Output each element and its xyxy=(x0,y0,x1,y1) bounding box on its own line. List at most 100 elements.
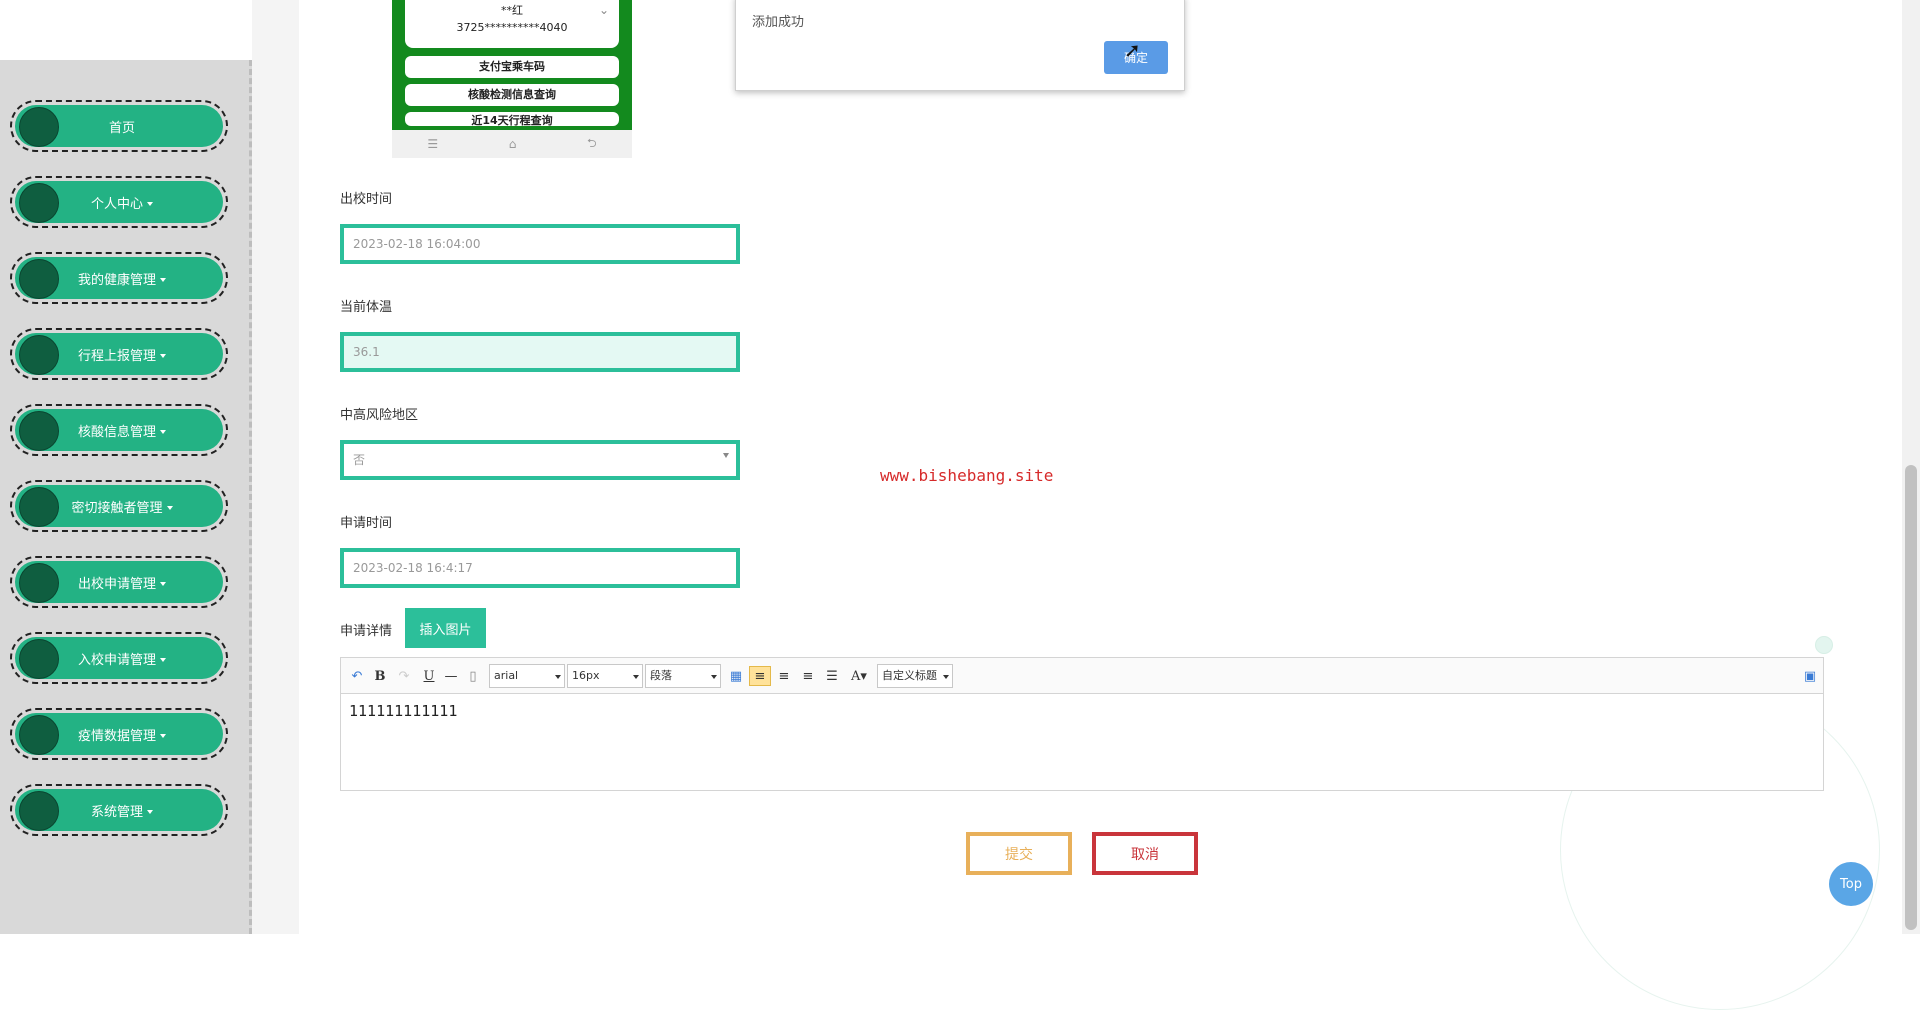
sidebar-item-label: 入校申请管理 xyxy=(72,649,166,668)
sidebar-item-label: 出校申请管理 xyxy=(72,573,166,592)
caret-down-icon xyxy=(160,658,166,662)
watermark-text: www.bishebang.site xyxy=(880,466,1054,485)
editor-content-area[interactable]: 111111111111 xyxy=(340,693,1824,791)
leave-time-input[interactable] xyxy=(340,224,740,264)
sidebar-item-personal-center[interactable]: 个人中心 xyxy=(10,176,228,228)
home-icon: ⌂ xyxy=(508,137,517,151)
sidebar-item-label: 首页 xyxy=(108,120,135,136)
sidebar-item-system[interactable]: 系统管理 xyxy=(10,784,228,836)
sidebar-item-entry-application[interactable]: 入校申请管理 xyxy=(10,632,228,684)
undo-icon[interactable]: ↶ xyxy=(347,666,367,686)
submit-button[interactable]: 提交 xyxy=(966,832,1072,875)
sidebar-item-close-contacts[interactable]: 密切接触者管理 xyxy=(10,480,228,532)
font-family-value: arial xyxy=(494,669,519,682)
align-left-icon[interactable]: ≡ xyxy=(749,666,771,686)
menu-icon: ☰ xyxy=(427,137,439,151)
align-center-icon[interactable]: ≡ xyxy=(799,666,817,686)
sidebar-item-close-contacts-button[interactable]: 密切接触者管理 xyxy=(15,485,223,527)
sidebar-item-trip-report-button[interactable]: 行程上报管理 xyxy=(15,333,223,375)
details-label: 申请详情 xyxy=(340,624,393,639)
font-size-select[interactable]: 16px xyxy=(567,664,643,688)
back-to-top-button[interactable]: Top xyxy=(1829,862,1873,906)
sidebar-item-text: 核酸信息管理 xyxy=(77,424,156,440)
sidebar-item-label: 系统管理 xyxy=(85,801,153,820)
sidebar-item-entry-application-button[interactable]: 入校申请管理 xyxy=(15,637,223,679)
cancel-button[interactable]: 取消 xyxy=(1092,832,1198,875)
nav-bullet-icon xyxy=(19,487,59,527)
custom-title-value: 自定义标题 xyxy=(882,669,937,682)
sidebar-item-label: 个人中心 xyxy=(85,193,153,212)
leave-time-label: 出校时间 xyxy=(340,192,393,207)
align-right-icon[interactable]: ≡ xyxy=(775,666,793,686)
editor-toolbar: ↶ B ↷ U — ▯ arial 16px 段落 ▦ ≡ ≡ ≡ ☰ A▾ 自… xyxy=(340,657,1824,693)
nav-bullet-icon xyxy=(19,563,59,603)
font-size-value: 16px xyxy=(572,669,600,682)
apply-time-label: 申请时间 xyxy=(340,516,393,531)
trip-query-button: 近14天行程查询 xyxy=(405,112,619,126)
caret-down-icon xyxy=(160,430,166,434)
caret-down-icon xyxy=(147,810,153,814)
paragraph-select[interactable]: 段落 xyxy=(645,664,721,688)
phone-nav-bar: ☰ ⌂ ⮌ xyxy=(392,130,632,158)
nav-bullet-icon xyxy=(19,107,59,147)
horizontal-rule-icon[interactable]: — xyxy=(443,666,459,686)
sidebar-item-text: 系统管理 xyxy=(90,804,143,820)
insert-image-button[interactable]: 插入图片 xyxy=(405,608,486,648)
risk-area-select[interactable]: 否 xyxy=(340,440,740,480)
content-gutter xyxy=(252,0,299,934)
sidebar-item-health[interactable]: 我的健康管理 xyxy=(10,252,228,304)
fullscreen-icon[interactable]: ▣ xyxy=(1801,666,1819,686)
sidebar-item-home[interactable]: 首页 xyxy=(10,100,228,152)
sidebar-item-personal-center-button[interactable]: 个人中心 xyxy=(15,181,223,223)
uploaded-image-preview: **红 3725**********4040 ⌄ 支付宝乘车码 核酸检测信息查询… xyxy=(392,0,632,158)
sidebar-item-home-button[interactable]: 首页 xyxy=(15,105,223,147)
redo-icon[interactable]: ↷ xyxy=(395,666,413,686)
sidebar-item-label: 核酸信息管理 xyxy=(72,421,166,440)
font-family-select[interactable]: arial xyxy=(489,664,565,688)
sidebar-item-leave-application-button[interactable]: 出校申请管理 xyxy=(15,561,223,603)
caret-down-icon xyxy=(160,278,166,282)
dropdown-icon xyxy=(555,675,561,679)
sidebar-item-epidemic-data[interactable]: 疫情数据管理 xyxy=(10,708,228,760)
nav-bullet-icon xyxy=(19,639,59,679)
sidebar-item-trip-report[interactable]: 行程上报管理 xyxy=(10,328,228,380)
sidebar-item-nucleic-acid-button[interactable]: 核酸信息管理 xyxy=(15,409,223,451)
nav-bullet-icon xyxy=(19,259,59,299)
caret-down-icon xyxy=(166,506,173,510)
nav-bullet-icon xyxy=(19,791,59,831)
sidebar-item-epidemic-data-button[interactable]: 疫情数据管理 xyxy=(15,713,223,755)
scrollbar-thumb[interactable] xyxy=(1905,465,1917,930)
sidebar-item-text: 个人中心 xyxy=(90,196,143,212)
sidebar-item-system-button[interactable]: 系统管理 xyxy=(15,789,223,831)
apply-time-input[interactable] xyxy=(340,548,740,588)
bold-icon[interactable]: B xyxy=(371,666,389,686)
sidebar: 首页 个人中心 我的健康管理 行程上报管理 核酸信息管理 密切接触者管理 出校申… xyxy=(0,60,252,934)
sidebar-item-health-button[interactable]: 我的健康管理 xyxy=(15,257,223,299)
temperature-input[interactable] xyxy=(340,332,740,372)
custom-title-select[interactable]: 自定义标题 xyxy=(877,664,953,688)
font-color-icon[interactable]: A▾ xyxy=(847,666,871,686)
caret-down-icon xyxy=(160,734,166,738)
sidebar-item-nucleic-acid[interactable]: 核酸信息管理 xyxy=(10,404,228,456)
dropdown-icon xyxy=(633,675,639,679)
health-code-card: **红 3725**********4040 ⌄ xyxy=(405,0,619,48)
sidebar-item-text: 入校申请管理 xyxy=(77,652,156,668)
sidebar-item-text: 行程上报管理 xyxy=(77,348,156,364)
sidebar-item-label: 密切接触者管理 xyxy=(65,497,173,516)
underline-icon[interactable]: U xyxy=(421,666,437,686)
alipay-bus-code-button: 支付宝乘车码 xyxy=(405,56,619,78)
sidebar-item-label: 我的健康管理 xyxy=(72,269,166,288)
nav-bullet-icon xyxy=(19,183,59,223)
decorative-dot xyxy=(1815,636,1833,654)
paragraph-value: 段落 xyxy=(650,669,672,682)
nav-bullet-icon xyxy=(19,335,59,375)
page-scrollbar[interactable] xyxy=(1902,0,1920,934)
sidebar-item-text: 出校申请管理 xyxy=(77,576,156,592)
sidebar-item-leave-application[interactable]: 出校申请管理 xyxy=(10,556,228,608)
align-justify-icon[interactable]: ☰ xyxy=(823,666,841,686)
risk-area-label: 中高风险地区 xyxy=(340,408,419,423)
mouse-cursor-icon: ➚ xyxy=(1124,38,1141,62)
table-icon[interactable]: ▦ xyxy=(727,666,745,686)
dropdown-icon xyxy=(943,675,949,679)
paste-icon[interactable]: ▯ xyxy=(465,666,481,686)
